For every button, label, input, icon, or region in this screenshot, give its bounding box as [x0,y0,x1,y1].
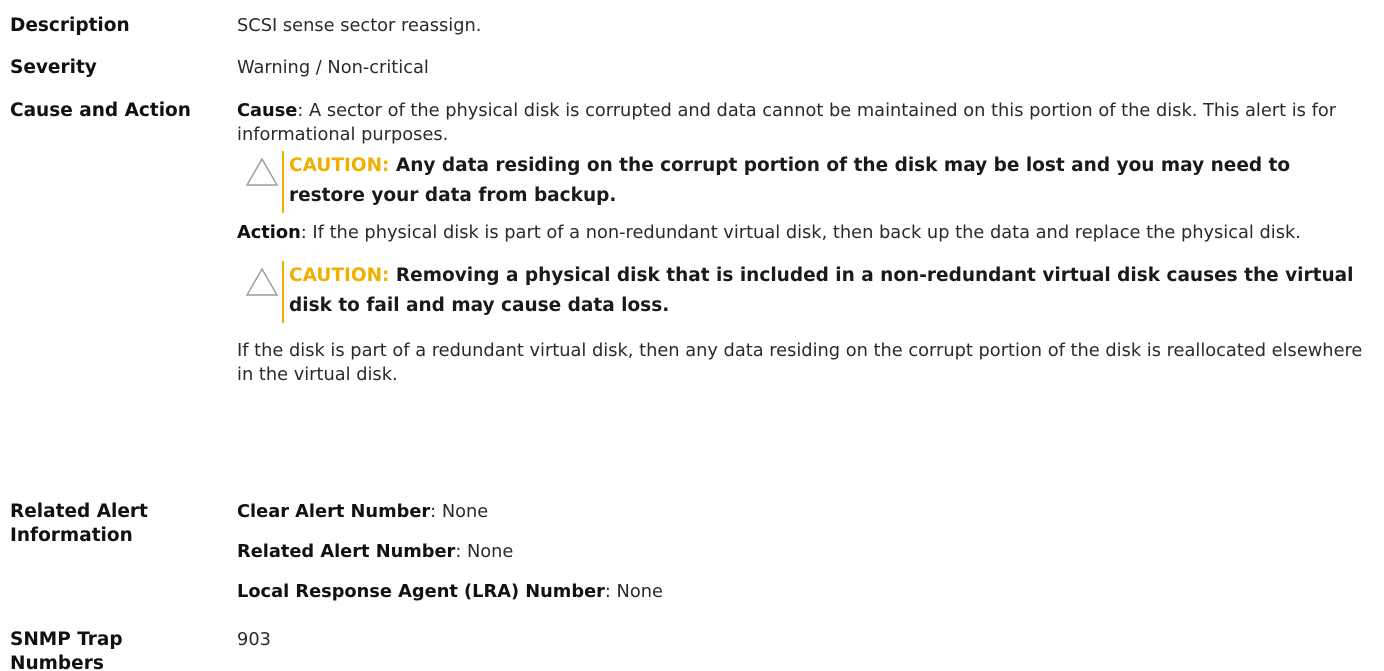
clear-alert-line: Clear Alert Number: None [237,500,1364,524]
term-related-line1: Related Alert [10,501,148,522]
term-cause-action: Cause and Action [10,100,191,121]
related-alert-value: Clear Alert Number: None Related Alert N… [237,500,1364,604]
description-value: SCSI sense sector reassign. [237,15,482,36]
lra-value: : None [604,581,663,602]
action-label: Action [237,222,301,243]
related-alert-label: Related Alert Number [237,541,456,562]
caution-note-1: CAUTION: Any data residing on the corrup… [245,151,1364,213]
caution-note-2: CAUTION: Removing a physical disk that i… [245,261,1364,323]
cause-label: Cause [237,100,298,121]
term-related-line2: Information [10,525,133,546]
term-snmp-line2: Numbers [10,653,104,671]
term-snmp: SNMP Trap Numbers [10,628,225,671]
clear-alert-value: : None [430,501,489,522]
clear-alert-label: Clear Alert Number [237,501,431,522]
warning-triangle-icon [245,157,279,186]
lra-line: Local Response Agent (LRA) Number: None [237,580,1364,604]
caution-label-2: CAUTION: [289,265,390,286]
caution-body-2: Removing a physical disk that is include… [289,265,1354,316]
caution-bar [282,151,284,213]
caution-body-1: Any data residing on the corrupt portion… [289,155,1291,206]
severity-value: Warning / Non-critical [237,57,429,78]
cause-text: : A sector of the physical disk is corru… [237,100,1337,145]
caution-label-1: CAUTION: [289,155,390,176]
related-alert-number-value: : None [455,541,514,562]
cause-action-value: Cause: A sector of the physical disk is … [237,99,1364,387]
related-alert-line: Related Alert Number: None [237,540,1364,564]
term-related-alert: Related Alert Information [10,500,225,548]
warning-triangle-icon [245,267,279,296]
snmp-value: 903 [237,629,271,650]
lra-label: Local Response Agent (LRA) Number [237,581,605,602]
term-snmp-line1: SNMP Trap [10,629,123,650]
cause-paragraph: Cause: A sector of the physical disk is … [237,99,1364,147]
action-paragraph: Action: If the physical disk is part of … [237,221,1364,245]
term-severity: Severity [10,57,97,78]
caution-bar [282,261,284,323]
caution-text-1: CAUTION: Any data residing on the corrup… [289,151,1364,211]
term-description: Description [10,15,130,36]
action-text: : If the physical disk is part of a non-… [300,222,1301,243]
caution-text-2: CAUTION: Removing a physical disk that i… [289,261,1364,321]
redundant-paragraph: If the disk is part of a redundant virtu… [237,340,1363,385]
